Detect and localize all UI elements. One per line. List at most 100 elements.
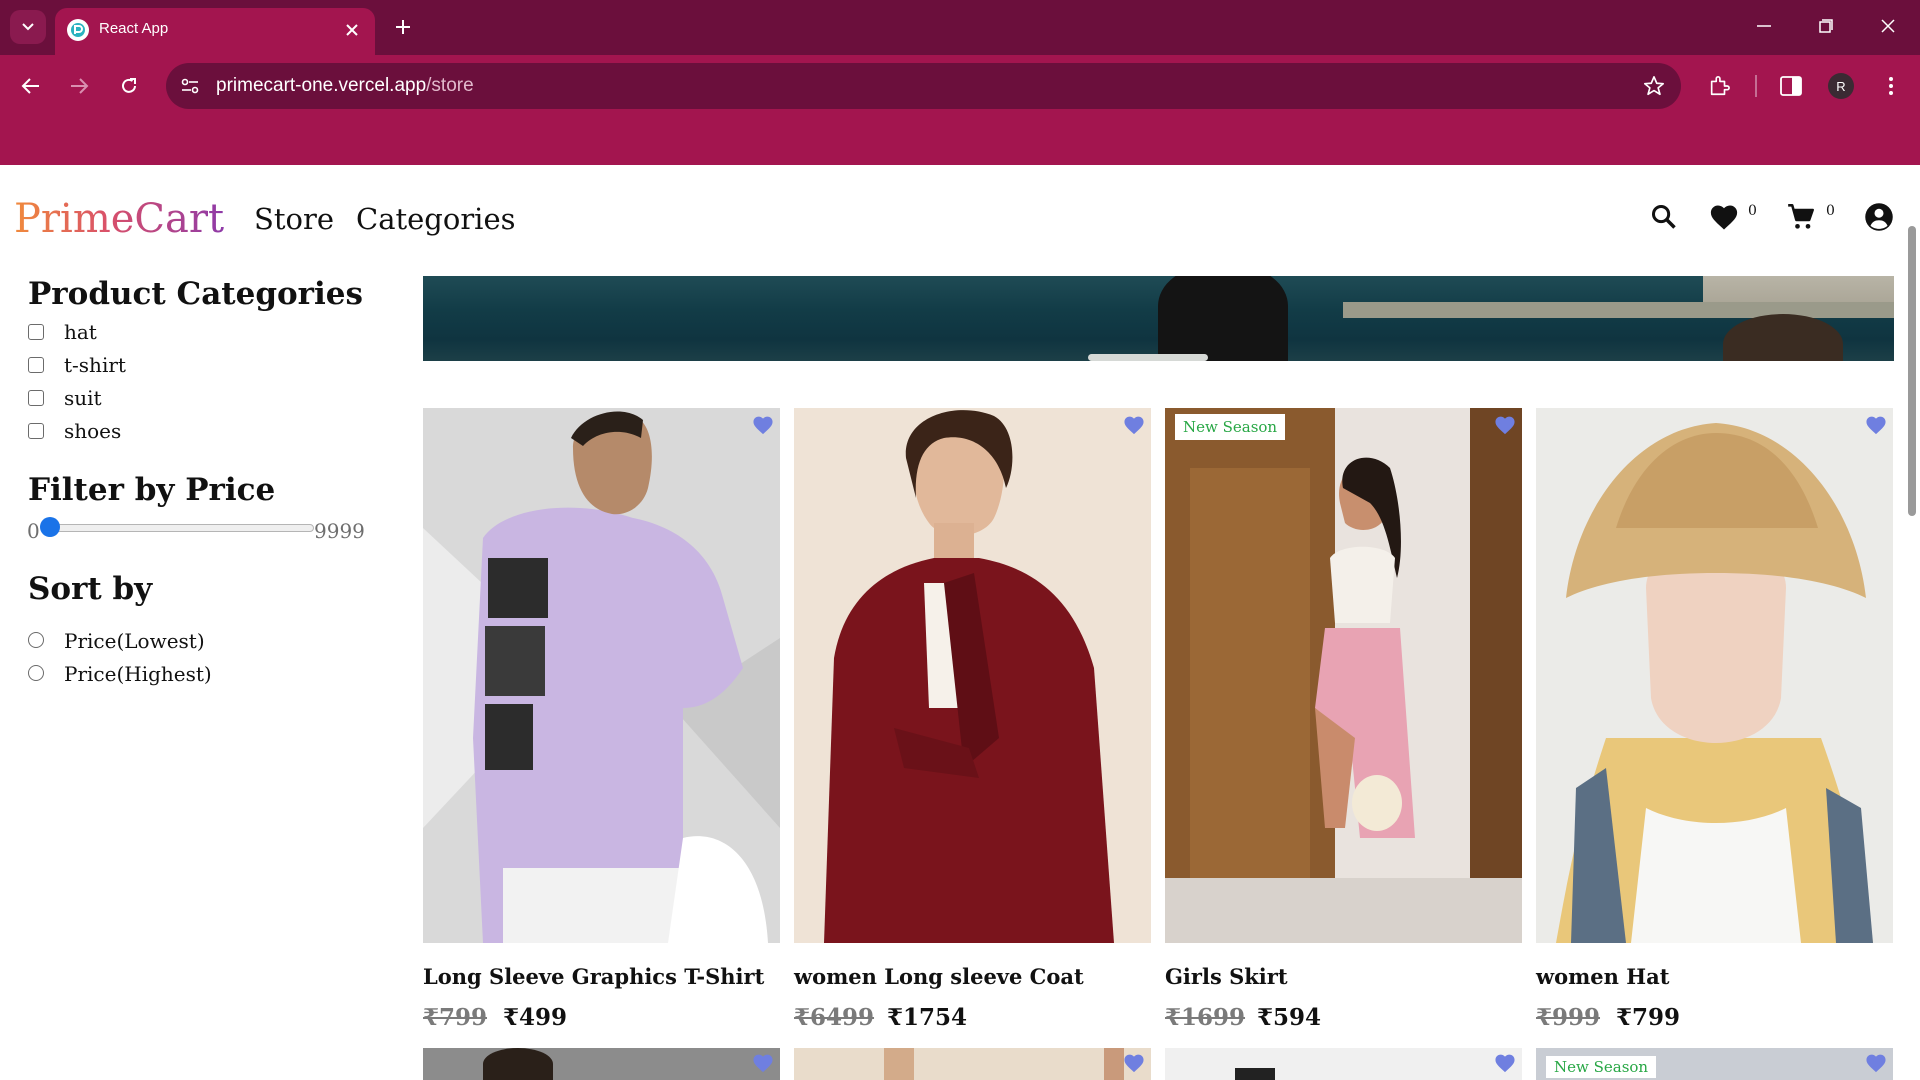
- reload-button[interactable]: [112, 69, 146, 103]
- product-image-tshirt[interactable]: [423, 408, 780, 943]
- wishlist-heart-icon[interactable]: [1863, 1050, 1889, 1076]
- menu-kebab-icon[interactable]: [1874, 69, 1908, 103]
- product-price-sale: ₹594: [1257, 1004, 1322, 1031]
- tab-search-button[interactable]: [10, 10, 46, 44]
- toolbar-divider: [1755, 75, 1757, 97]
- product-name[interactable]: women Hat: [1536, 964, 1669, 989]
- product-card-partial[interactable]: [1165, 1048, 1522, 1080]
- product-name[interactable]: women Long sleeve Coat: [794, 964, 1084, 989]
- minimize-icon: [1757, 25, 1771, 27]
- wishlist-heart-icon[interactable]: [1121, 412, 1147, 438]
- wishlist-heart-icon[interactable]: [1492, 1050, 1518, 1076]
- price-min-label: 0: [27, 519, 40, 543]
- new-season-badge: New Season: [1546, 1056, 1657, 1078]
- extensions-icon[interactable]: [1702, 69, 1736, 103]
- category-label-hat[interactable]: hat: [64, 320, 97, 344]
- banner-foam: [1088, 354, 1208, 361]
- product-price-original: ₹6499: [794, 1004, 875, 1031]
- sort-label-price-lowest[interactable]: Price(Lowest): [64, 629, 205, 653]
- close-icon[interactable]: [341, 19, 363, 41]
- product-card-partial[interactable]: New Season: [1536, 1048, 1893, 1080]
- checkbox-shoes[interactable]: [28, 423, 44, 439]
- wishlist-heart-icon[interactable]: [1121, 1050, 1147, 1076]
- nav-categories[interactable]: Categories: [356, 202, 516, 236]
- browser-toolbar: primecart-one.vercel.app/store R: [0, 55, 1920, 165]
- react-favicon-icon: [67, 19, 89, 41]
- price-range-thumb[interactable]: [40, 517, 60, 537]
- cart-count: 0: [1826, 203, 1835, 219]
- product-price-original: ₹799: [423, 1004, 488, 1031]
- product-card-partial[interactable]: [794, 1048, 1151, 1080]
- product-name[interactable]: Long Sleeve Graphics T-Shirt: [423, 964, 764, 989]
- partial-image-shape: [1235, 1068, 1275, 1080]
- category-label-shoes[interactable]: shoes: [64, 419, 121, 443]
- price-range-track[interactable]: [46, 524, 314, 532]
- minimize-button[interactable]: [1742, 8, 1786, 44]
- new-season-badge: New Season: [1175, 414, 1286, 440]
- account-circle-icon[interactable]: [1863, 201, 1895, 233]
- tab-title: React App: [99, 20, 169, 37]
- product-card[interactable]: women Long sleeve Coat ₹6499 ₹1754: [794, 408, 1151, 1031]
- back-button[interactable]: [14, 69, 48, 103]
- product-price-sale: ₹499: [503, 1004, 568, 1031]
- new-tab-button[interactable]: [388, 12, 418, 42]
- site-info-icon[interactable]: [178, 74, 202, 98]
- bookmark-star-icon[interactable]: [1641, 73, 1667, 99]
- banner-rock: [1723, 314, 1843, 361]
- partial-image-hair: [483, 1048, 553, 1080]
- product-card[interactable]: Long Sleeve Graphics T-Shirt ₹799 ₹499: [423, 408, 780, 1031]
- wishlist-count: 0: [1748, 203, 1757, 219]
- sort-label-price-highest[interactable]: Price(Highest): [64, 662, 212, 686]
- site-logo[interactable]: PrimeCart: [14, 196, 224, 242]
- restore-icon: [1819, 19, 1833, 33]
- reload-icon: [122, 78, 136, 93]
- product-card[interactable]: New Season Girls Skirt ₹1699 ₹594: [1165, 408, 1522, 1031]
- radio-price-highest[interactable]: [28, 665, 44, 681]
- url-path: /store: [426, 75, 474, 96]
- page-scrollbar[interactable]: [1908, 226, 1916, 516]
- sort-heading: Sort by: [28, 571, 153, 607]
- product-image-skirt[interactable]: New Season: [1165, 408, 1522, 943]
- product-image-hat[interactable]: [1536, 408, 1893, 943]
- product-card-partial[interactable]: [423, 1048, 780, 1080]
- product-price-original: ₹1699: [1165, 1004, 1246, 1031]
- banner-figure: [1158, 276, 1288, 361]
- checkbox-hat[interactable]: [28, 324, 44, 340]
- wishlist-heart-icon[interactable]: [1863, 412, 1889, 438]
- product-image-coat[interactable]: [794, 408, 1151, 943]
- radio-price-lowest[interactable]: [28, 632, 44, 648]
- wishlist-heart-icon[interactable]: [1492, 412, 1518, 438]
- product-name[interactable]: Girls Skirt: [1165, 964, 1288, 989]
- category-label-t-shirt[interactable]: t-shirt: [64, 353, 126, 377]
- arrow-left-icon: [21, 78, 39, 94]
- window-close-button[interactable]: [1866, 8, 1910, 44]
- chevron-down-icon: [22, 23, 34, 31]
- browser-tabstrip: React App: [0, 0, 1920, 55]
- cart-icon[interactable]: [1785, 201, 1817, 233]
- price-filter-heading: Filter by Price: [28, 472, 276, 508]
- wishlist-heart-icon[interactable]: [750, 1050, 776, 1076]
- nav-store[interactable]: Store: [254, 202, 334, 236]
- side-panel-icon[interactable]: [1774, 69, 1808, 103]
- categories-heading: Product Categories: [28, 276, 363, 312]
- url-text: primecart-one.vercel.app/store: [216, 75, 474, 97]
- product-price-original: ₹999: [1536, 1004, 1601, 1031]
- product-price-sale: ₹799: [1616, 1004, 1681, 1031]
- product-price-sale: ₹1754: [887, 1004, 968, 1031]
- browser-tab[interactable]: React App: [55, 8, 375, 55]
- profile-avatar[interactable]: R: [1828, 73, 1854, 99]
- product-card[interactable]: women Hat ₹999 ₹799: [1536, 408, 1893, 1031]
- forward-button[interactable]: [62, 69, 96, 103]
- arrow-right-icon: [71, 78, 89, 94]
- search-icon[interactable]: [1648, 201, 1680, 233]
- wishlist-heart-icon[interactable]: [750, 412, 776, 438]
- restore-button[interactable]: [1804, 8, 1848, 44]
- hero-banner-image: [423, 276, 1894, 361]
- url-host: primecart-one.vercel.app: [216, 75, 427, 96]
- address-bar[interactable]: primecart-one.vercel.app/store: [166, 63, 1681, 109]
- close-icon: [1881, 19, 1895, 33]
- checkbox-t-shirt[interactable]: [28, 357, 44, 373]
- checkbox-suit[interactable]: [28, 390, 44, 406]
- wishlist-heart-icon[interactable]: [1708, 201, 1740, 233]
- category-label-suit[interactable]: suit: [64, 386, 102, 410]
